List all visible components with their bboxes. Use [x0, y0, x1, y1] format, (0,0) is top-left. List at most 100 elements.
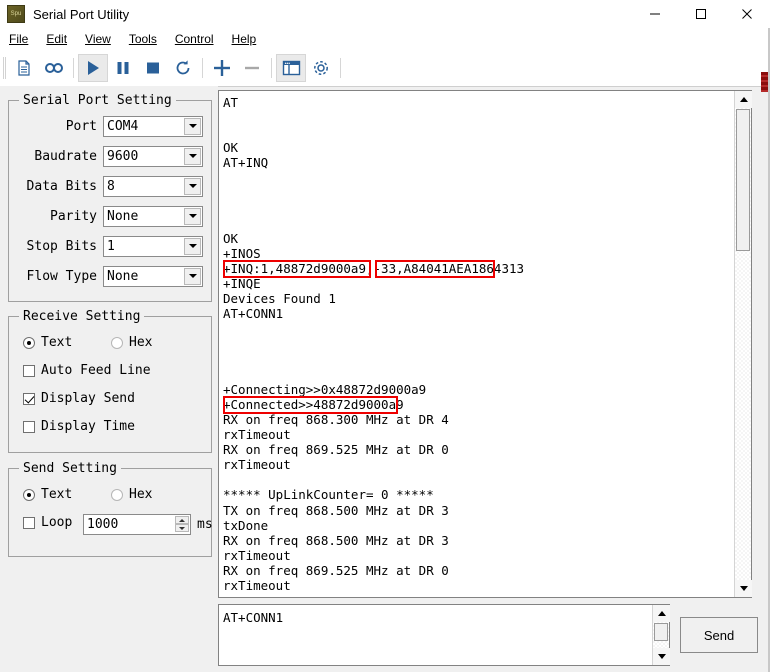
- stop-bits-select[interactable]: 1: [103, 235, 203, 257]
- maximize-icon[interactable]: [678, 0, 724, 28]
- refresh-icon[interactable]: [168, 54, 198, 82]
- baudrate-select[interactable]: 9600: [103, 145, 203, 167]
- checkbox-unchecked-icon: [23, 420, 35, 433]
- scroll-down-icon[interactable]: [653, 648, 670, 665]
- parity-value: None: [107, 208, 139, 224]
- menu-bar: File Edit View Tools Control Help: [0, 28, 770, 51]
- receive-mode-hex-label: Hex: [129, 335, 153, 350]
- baudrate-value: 9600: [107, 148, 139, 164]
- remove-icon[interactable]: [237, 54, 267, 82]
- pause-icon[interactable]: [108, 54, 138, 82]
- display-send-checkbox[interactable]: Display Send: [23, 391, 135, 406]
- port-value: COM4: [107, 118, 139, 134]
- window-title: Serial Port Utility: [33, 6, 130, 22]
- stepper-down-icon[interactable]: [175, 524, 189, 532]
- scrollbar-thumb[interactable]: [654, 623, 668, 641]
- chevron-down-icon[interactable]: [184, 207, 201, 225]
- radio-unselected-icon: [111, 336, 123, 349]
- field-baudrate: Baudrate 9600: [9, 145, 205, 167]
- send-button[interactable]: Send: [680, 617, 758, 653]
- send-vertical-scrollbar[interactable]: [652, 605, 670, 665]
- loop-interval-input[interactable]: 1000: [83, 514, 191, 535]
- terminal-line: rxTimeout: [223, 547, 291, 563]
- radio-unselected-icon: [111, 488, 123, 501]
- receive-mode-text-radio[interactable]: Text: [23, 335, 72, 350]
- toolbar-separator-2: [202, 58, 203, 78]
- minimize-icon[interactable]: [632, 0, 678, 28]
- send-mode-hex-radio[interactable]: Hex: [111, 487, 152, 502]
- flow-type-select[interactable]: None: [103, 265, 203, 287]
- send-mode-text-label: Text: [41, 487, 73, 502]
- send-input-area[interactable]: AT+CONN1: [218, 604, 670, 666]
- label-baudrate: Baudrate: [34, 148, 97, 164]
- menu-edit[interactable]: Edit: [37, 29, 76, 49]
- close-icon[interactable]: [724, 0, 770, 28]
- scroll-down-icon[interactable]: [735, 580, 752, 597]
- menu-edit-label: Edit: [46, 32, 68, 46]
- play-icon[interactable]: [78, 54, 108, 82]
- loop-interval-value: 1000: [87, 517, 119, 532]
- chevron-down-icon[interactable]: [184, 237, 201, 255]
- menu-control[interactable]: Control: [166, 29, 223, 49]
- chevron-down-icon[interactable]: [184, 147, 201, 165]
- parity-select[interactable]: None: [103, 205, 203, 227]
- receive-mode-hex-radio[interactable]: Hex: [111, 335, 152, 350]
- auto-feed-line-label: Auto Feed Line: [41, 363, 151, 378]
- chevron-down-icon[interactable]: [184, 117, 201, 135]
- record-icon[interactable]: [39, 54, 69, 82]
- terminal-line: OK: [223, 140, 239, 156]
- terminal-line: RX on freq 869.525 MHz at DR 0: [223, 442, 449, 458]
- stop-icon[interactable]: [138, 54, 168, 82]
- label-parity: Parity: [50, 208, 97, 224]
- stepper-up-icon[interactable]: [175, 516, 189, 524]
- terminal-line: rxTimeout: [223, 427, 291, 443]
- scrollbar-thumb[interactable]: [736, 109, 750, 251]
- send-setting-group: Send Setting Text Hex Loop 1000 ms: [8, 461, 213, 557]
- terminal-line: ***** UpLinkCounter= 0 *****: [223, 487, 434, 503]
- menu-file[interactable]: File: [0, 29, 37, 49]
- data-bits-select[interactable]: 8: [103, 175, 203, 197]
- auto-feed-line-checkbox[interactable]: Auto Feed Line: [23, 363, 151, 378]
- scroll-up-icon[interactable]: [653, 605, 670, 622]
- chevron-down-icon[interactable]: [184, 267, 201, 285]
- menu-control-label: Control: [174, 32, 214, 46]
- terminal-line: OK: [223, 230, 239, 246]
- loop-unit-label: ms: [197, 517, 213, 532]
- receive-mode-text-label: Text: [41, 335, 73, 350]
- field-stop-bits: Stop Bits 1: [9, 235, 205, 257]
- terminal-line: +Connecting>>0x48872d9000a9: [223, 381, 427, 397]
- menu-view[interactable]: View: [76, 29, 120, 49]
- toolbar-grip[interactable]: [2, 57, 9, 79]
- terminal-line: AT+CONN1: [223, 306, 284, 322]
- spu-app-icon: Spu: [7, 5, 25, 23]
- send-input-value: AT+CONN1: [223, 610, 284, 625]
- menu-help-label: Help: [231, 32, 257, 46]
- chevron-down-icon[interactable]: [184, 177, 201, 195]
- menu-help[interactable]: Help: [223, 29, 266, 49]
- send-mode-text-radio[interactable]: Text: [23, 487, 72, 502]
- loop-interval-stepper[interactable]: 1000 ms: [83, 514, 213, 535]
- port-select[interactable]: COM4: [103, 115, 203, 137]
- label-flow-type: Flow Type: [26, 268, 97, 284]
- label-stop-bits: Stop Bits: [26, 238, 97, 254]
- terminal-line: Devices Found 1: [223, 291, 336, 307]
- toolbar-separator-4: [340, 58, 341, 78]
- loop-checkbox[interactable]: Loop: [23, 515, 72, 530]
- add-icon[interactable]: [207, 54, 237, 82]
- radio-selected-icon: [23, 336, 35, 349]
- settings-gear-icon[interactable]: [306, 54, 336, 82]
- terminal-output-area[interactable]: AT OK AT+INQ OK +INOS +INQ:1,48872d9000a…: [218, 90, 752, 598]
- new-document-icon[interactable]: [9, 54, 39, 82]
- send-setting-title: Send Setting: [19, 461, 121, 476]
- terminal-vertical-scrollbar[interactable]: [734, 91, 752, 597]
- panel-layout-icon[interactable]: [276, 54, 306, 82]
- menu-tools[interactable]: Tools: [120, 29, 166, 49]
- scroll-up-icon[interactable]: [735, 91, 752, 108]
- terminal-line: TX on freq 868.500 MHz at DR 3: [223, 502, 449, 518]
- terminal-line: +INQE: [223, 276, 261, 292]
- toolbar-separator-3: [271, 58, 272, 78]
- display-time-checkbox[interactable]: Display Time: [23, 419, 135, 434]
